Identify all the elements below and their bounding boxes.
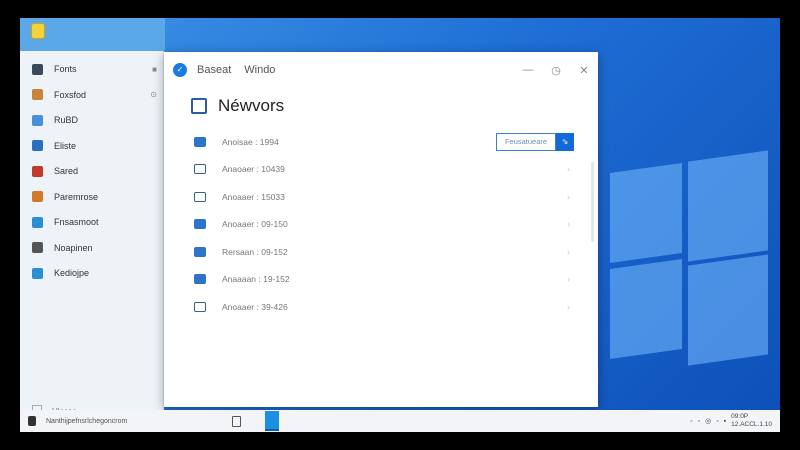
sidebar-item-indicator: ■ xyxy=(152,64,157,74)
networks-window: ✓ Baseat Windo — ◷ ✕ Néwvors Anoisae : 1… xyxy=(164,52,598,407)
system-tray: ◦ ◦ ◎ ◦ ▪ 09:0P 12.ACCL.1.10 xyxy=(690,413,780,429)
app-icon xyxy=(32,63,43,75)
sidebar-item-label: Paremrose xyxy=(54,191,99,202)
app-logo-icon: ✓ xyxy=(173,63,187,77)
sidebar-item[interactable]: Paremrose xyxy=(32,187,157,207)
network-row[interactable]: Anoisae : 1994 Feusatueare ⇘ xyxy=(164,128,598,156)
sidebar-item-label: Fonts xyxy=(54,64,77,74)
start-sidebar: Fonts ■ Foxsfod ⊙ RuBD Eliste Sared Paremrose Fn… xyxy=(20,51,164,417)
sidebar-item-indicator: ⊙ xyxy=(150,90,157,99)
page-title: Néwvors xyxy=(218,96,285,115)
network-adapter-icon xyxy=(194,191,206,202)
title-bar[interactable]: ✓ Baseat Windo — ◷ ✕ xyxy=(164,52,598,88)
network-row[interactable]: Rersaan : 09-152 › xyxy=(164,238,598,266)
sidebar-item-label: RuBD xyxy=(54,115,79,125)
chevron-right-icon[interactable]: › xyxy=(567,274,570,284)
search-text: Nanthijpefnsrlchegoncrom xyxy=(46,417,128,425)
sidebar-item[interactable]: RuBD xyxy=(32,110,157,130)
desktop: Fonts ■ Foxsfod ⊙ RuBD Eliste Sared Paremrose Fn… xyxy=(20,18,780,432)
sidebar-item-label: Foxsfod xyxy=(54,89,87,100)
network-row[interactable]: Anoaaer : 39-426 › xyxy=(164,293,598,321)
network-adapter-icon xyxy=(194,274,206,285)
app-icon xyxy=(32,89,43,100)
chevron-right-icon[interactable]: › xyxy=(567,302,570,312)
network-row-label: Anoisae : 1994 xyxy=(222,136,279,147)
connect-button-group: Feusatueare ⇘ xyxy=(496,132,574,151)
app-icon xyxy=(32,140,43,151)
app-icon xyxy=(32,216,43,228)
taskbar-search[interactable]: Nanthijpefnsrlchegoncrom xyxy=(20,416,230,426)
network-row[interactable]: Anoaaer : 15033 › xyxy=(164,183,598,211)
windows-logo-wallpaper xyxy=(610,150,770,368)
network-adapter-icon xyxy=(194,219,206,230)
connect-dropdown-button[interactable]: ⇘ xyxy=(556,132,574,151)
scrollbar[interactable] xyxy=(591,162,594,242)
sidebar-item-label: Noapinen xyxy=(54,242,93,253)
sidebar-item-label: Kediojpe xyxy=(54,268,90,278)
network-row-label: Anaoaer : 10439 xyxy=(222,164,285,175)
wifi-icon[interactable]: ◦ xyxy=(690,418,692,425)
battery-icon[interactable]: ◎ xyxy=(705,417,711,425)
window-subtitle: Windo xyxy=(244,64,276,76)
close-button[interactable]: ✕ xyxy=(570,64,598,77)
network-row[interactable]: Anaaaan : 19-152 › xyxy=(164,266,598,294)
start-header xyxy=(20,18,165,51)
sidebar-item[interactable]: Foxsfod ⊙ xyxy=(32,85,157,105)
taskbar: Nanthijpefnsrlchegoncrom ◦ ◦ ◎ ◦ ▪ 09:0P… xyxy=(20,410,780,432)
sidebar-item[interactable]: Eliste xyxy=(32,136,157,156)
shield-icon[interactable]: ◦ xyxy=(716,418,718,425)
network-row-label: Anoaaer : 15033 xyxy=(222,191,285,202)
network-adapter-icon xyxy=(194,246,206,257)
taskbar-app-active[interactable] xyxy=(265,411,279,431)
pin-button[interactable]: ◷ xyxy=(542,64,570,77)
chevron-right-icon[interactable]: › xyxy=(567,219,570,229)
task-view-icon[interactable] xyxy=(232,415,241,427)
network-row-label: Anoaaer : 09-150 xyxy=(222,219,288,230)
app-icon xyxy=(32,267,43,279)
connect-button[interactable]: Feusatueare xyxy=(496,132,556,151)
sidebar-item[interactable]: Kediojpe xyxy=(32,263,157,283)
network-row-label: Rersaan : 09-152 xyxy=(222,246,288,257)
network-tray-icon[interactable]: ▪ xyxy=(724,418,726,425)
network-row[interactable]: Anoaaer : 09-150 › xyxy=(164,211,598,239)
chevron-right-icon[interactable]: › xyxy=(567,164,570,174)
chevron-right-icon[interactable]: › xyxy=(567,247,570,257)
network-row-label: Anoaaer : 39-426 xyxy=(222,301,288,312)
app-icon xyxy=(32,242,43,253)
search-icon xyxy=(28,416,36,426)
sidebar-item[interactable]: Fonts ■ xyxy=(32,59,157,79)
chevron-right-icon[interactable]: › xyxy=(567,192,570,202)
minimize-button[interactable]: — xyxy=(514,64,542,77)
clock-time: 09:0P xyxy=(731,413,749,420)
network-adapter-icon xyxy=(194,164,206,175)
sidebar-item[interactable]: Noapinen xyxy=(32,238,157,258)
clock[interactable]: 09:0P 12.ACCL.1.10 xyxy=(731,413,772,429)
app-icon xyxy=(32,165,43,177)
network-adapter-icon xyxy=(194,136,206,147)
app-icon xyxy=(32,114,43,126)
volume-icon[interactable]: ◦ xyxy=(698,418,700,425)
sidebar-item[interactable]: Fnsasmoot xyxy=(32,212,157,232)
clock-date: 12.ACCL.1.10 xyxy=(731,421,772,428)
sidebar-item-label: Eliste xyxy=(54,140,77,151)
network-row[interactable]: Anaoaer : 10439 › xyxy=(164,156,598,184)
network-row-label: Anaaaan : 19-152 xyxy=(222,274,290,285)
app-icon xyxy=(32,191,43,202)
sidebar-item-label: Fnsasmoot xyxy=(54,217,99,227)
window-title: Baseat xyxy=(197,64,232,76)
network-adapter-icon xyxy=(194,301,206,312)
file-explorer-icon[interactable] xyxy=(31,23,45,39)
sidebar-item-label: Sared xyxy=(54,166,79,176)
sidebar-item[interactable]: Sared xyxy=(32,161,157,181)
network-icon xyxy=(191,98,207,114)
